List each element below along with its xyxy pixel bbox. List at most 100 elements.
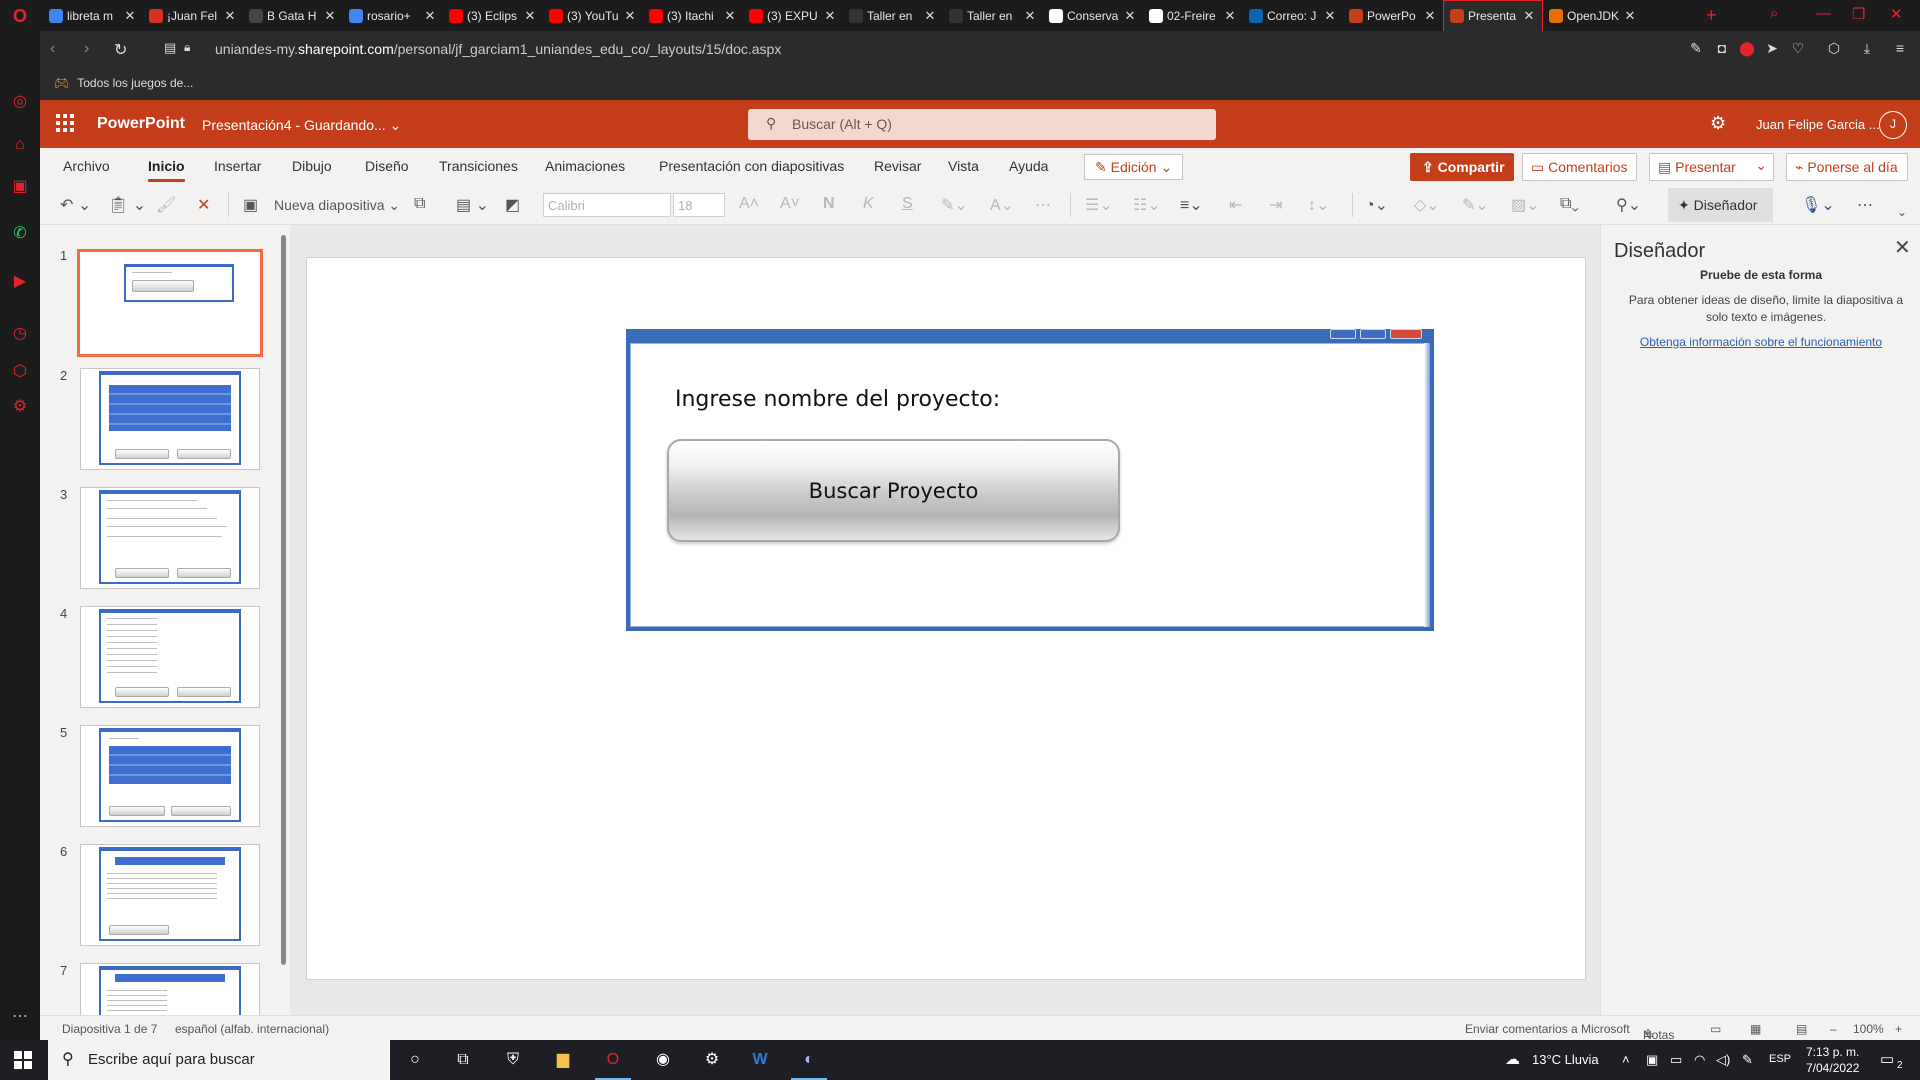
font-color-icon[interactable]: A⌄ (990, 195, 1014, 215)
normal-view-icon[interactable]: ▭ (1710, 1022, 1721, 1036)
send-icon[interactable]: ➤ (1763, 40, 1781, 58)
document-title[interactable]: Presentación4 - Guardando... ⌄ (202, 117, 401, 134)
tab-revisar[interactable]: Revisar (874, 158, 921, 174)
slide-thumb-1[interactable] (77, 249, 263, 357)
aria-icon[interactable]: ◎ (10, 91, 30, 111)
paste-icon[interactable]: 📋︎ ⌄ (108, 195, 146, 215)
pen-icon[interactable]: ✎ (1742, 1052, 1753, 1068)
browser-tab[interactable]: Taller en ✕ (843, 0, 943, 31)
slide-thumb-3[interactable] (80, 487, 260, 589)
new-tab-icon[interactable]: + (1706, 5, 1717, 26)
menu-icon[interactable]: ≡ (1891, 40, 1909, 58)
shape-effects-icon[interactable]: ▨⌄ (1511, 195, 1540, 215)
more-icon[interactable]: ⋯ (10, 1006, 30, 1026)
close-icon[interactable]: ✕ (1894, 235, 1911, 260)
weather-status[interactable]: 13°C Lluvia (1532, 1052, 1599, 1067)
feedback-link[interactable]: Enviar comentarios a Microsoft (1465, 1022, 1630, 1036)
camera-icon[interactable]: ◘ (1713, 40, 1731, 58)
highlight-icon[interactable]: ✎⌄ (941, 195, 968, 215)
close-tab-icon[interactable]: ✕ (123, 8, 137, 24)
browser-tab[interactable]: libreta m ✕ (43, 0, 143, 31)
extensions-icon[interactable]: ⬡ (10, 361, 30, 381)
grow-font-icon[interactable]: A˄ (739, 195, 759, 213)
tray-app-icon[interactable]: ▣ (1646, 1052, 1658, 1068)
close-tab-icon[interactable]: ✕ (423, 8, 437, 24)
close-tab-icon[interactable]: ✕ (1323, 8, 1337, 24)
browser-tab[interactable]: Taller en ✕ (943, 0, 1043, 31)
underline-icon[interactable]: S (902, 195, 913, 213)
back-icon[interactable]: ‹ (50, 40, 55, 58)
language-indicator[interactable]: ESP (1769, 1053, 1791, 1065)
undo-icon[interactable]: ↶ ⌄ (60, 195, 91, 215)
find-icon[interactable]: ⚲⌄ (1616, 195, 1641, 215)
close-tab-icon[interactable]: ✕ (623, 8, 637, 24)
font-family-select[interactable]: Calibri (543, 193, 671, 217)
user-name[interactable]: Juan Felipe Garcia ... (1756, 117, 1880, 132)
network-icon[interactable]: ◠ (1694, 1052, 1705, 1068)
cube-icon[interactable]: ⬡ (1825, 40, 1843, 58)
tab-presentacion[interactable]: Presentación con diapositivas (659, 158, 844, 174)
close-tab-icon[interactable]: ✕ (223, 8, 237, 24)
shrink-font-icon[interactable]: A˅ (780, 195, 800, 213)
cortana-icon[interactable]: ○ (403, 1048, 427, 1072)
browser-tab[interactable]: ¡Juan Fel ✕ (143, 0, 243, 31)
browser-tab[interactable]: Correo: J ✕ (1243, 0, 1343, 31)
dictate-icon[interactable]: 🎙︎⌄ (1801, 195, 1835, 215)
comments-button[interactable]: ▭ Comentarios (1522, 153, 1637, 181)
url-field[interactable]: uniandes-my.sharepoint.com/personal/jf_g… (215, 41, 781, 57)
slide-thumb-6[interactable] (80, 844, 260, 946)
tab-archivo[interactable]: Archivo (63, 158, 110, 174)
minimize-icon[interactable]: — (1816, 5, 1831, 22)
history-icon[interactable]: ◷ (10, 323, 30, 343)
designer-learn-more-link[interactable]: Obtenga información sobre el funcionamie… (1601, 335, 1920, 349)
shapes-icon[interactable]: ◔⌄ (1365, 195, 1388, 215)
close-tab-icon[interactable]: ✕ (923, 8, 937, 24)
twitch-icon[interactable]: ▣ (10, 176, 30, 196)
designer-button[interactable]: ✦ Diseñador (1668, 188, 1773, 222)
browser-tab[interactable]: (3) EXPU ✕ (743, 0, 843, 31)
edit-icon[interactable]: ✎ (1687, 40, 1705, 58)
browser-tab[interactable]: PowerPo ✕ (1343, 0, 1443, 31)
catch-up-button[interactable]: ⌁ Ponerse al día (1786, 153, 1908, 181)
slide-canvas[interactable]: Ingrese nombre del proyecto: Buscar Proy… (306, 257, 1586, 980)
taskbar-search-input[interactable]: ⚲ Escribe aquí para buscar (48, 1040, 390, 1080)
eclipse-icon[interactable]: ◐ (791, 1048, 827, 1080)
increase-indent-icon[interactable]: ⇥ (1269, 195, 1282, 215)
slide-thumb-4[interactable] (80, 606, 260, 708)
tab-insertar[interactable]: Insertar (214, 158, 261, 174)
close-tab-icon[interactable]: ✕ (1023, 8, 1037, 24)
language-status[interactable]: español (alfab. internacional) (175, 1022, 329, 1036)
close-tab-icon[interactable]: ✕ (523, 8, 537, 24)
arrange-icon[interactable]: ⧉⌄ (1560, 195, 1579, 213)
reuse-slides-icon[interactable]: ⧉ (414, 195, 425, 213)
more-options-icon[interactable]: ⋯ (1857, 195, 1873, 215)
tab-diseno[interactable]: Diseño (365, 158, 409, 174)
browser-tab[interactable]: rosario+ ✕ (343, 0, 443, 31)
player-icon[interactable]: ▶ (10, 271, 30, 291)
browser-tab[interactable]: (3) YouTu ✕ (543, 0, 643, 31)
windows-start-icon[interactable] (14, 1051, 32, 1069)
file-explorer-icon[interactable]: ▆ (551, 1048, 575, 1072)
window-mockup[interactable]: Ingrese nombre del proyecto: Buscar Proy… (626, 329, 1434, 631)
new-slide-icon[interactable]: ▣ (243, 195, 258, 215)
settings-taskbar-icon[interactable]: ⚙ (700, 1048, 724, 1072)
close-tab-icon[interactable]: ✕ (1623, 8, 1637, 24)
italic-icon[interactable]: K (863, 195, 874, 213)
heart-icon[interactable]: ♡ (1789, 40, 1807, 58)
more-font-icon[interactable]: ⋯ (1035, 195, 1051, 215)
close-tab-icon[interactable]: ✕ (1123, 8, 1137, 24)
close-tab-icon[interactable]: ✕ (723, 8, 737, 24)
close-tab-icon[interactable]: ✕ (1522, 8, 1536, 24)
browser-tab[interactable]: 02-Freire ✕ (1143, 0, 1243, 31)
avatar[interactable]: J (1879, 111, 1907, 139)
zoom-in-icon[interactable]: + (1895, 1022, 1902, 1036)
bookmark-games[interactable]: 🎮︎ Todos los juegos de... (54, 76, 193, 90)
opera-taskbar-icon[interactable]: O (595, 1048, 631, 1080)
chevron-up-icon[interactable]: ˄ (1622, 1052, 1630, 1067)
bold-icon[interactable]: N (823, 195, 835, 213)
present-button[interactable]: ▤ Presentar ⌄ (1649, 153, 1774, 181)
layout-icon[interactable]: ▤ ⌄ (456, 195, 489, 215)
browser-tab[interactable]: OpenJDK ✕ (1543, 0, 1643, 31)
tab-animaciones[interactable]: Animaciones (545, 158, 625, 174)
shopping-bag-icon[interactable]: ⌂ (10, 136, 30, 156)
